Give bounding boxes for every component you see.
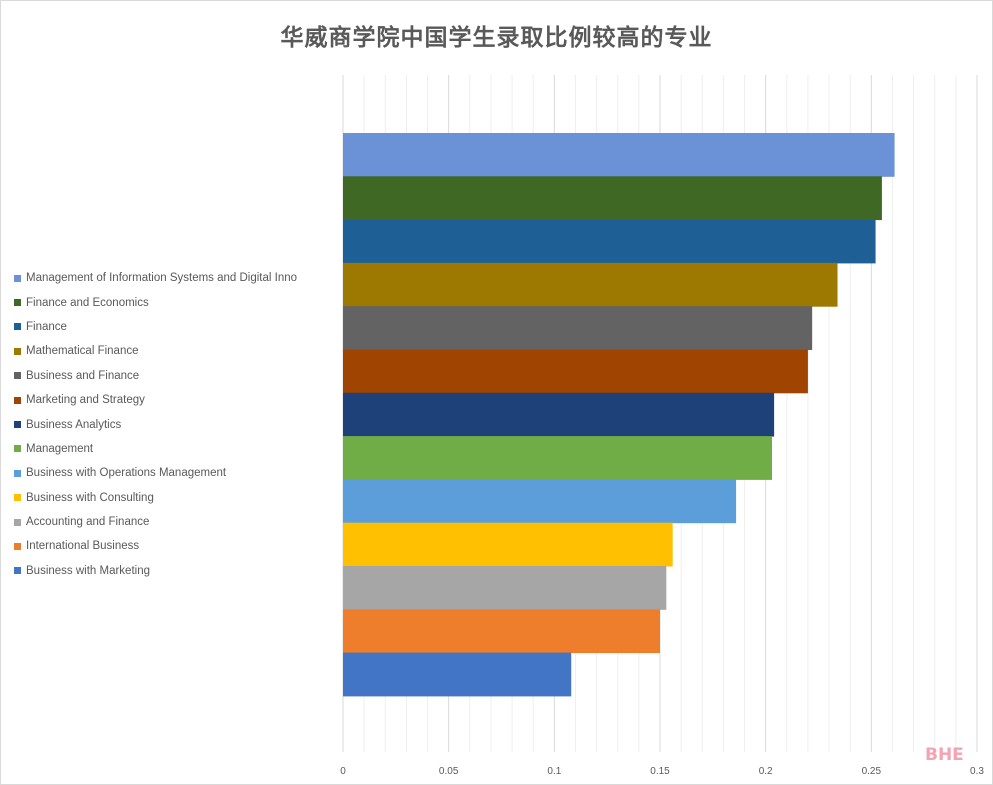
legend-item: Finance and Economics (14, 290, 297, 314)
x-tick-label: 0.2 (759, 766, 773, 777)
bar (343, 306, 813, 350)
legend-swatch (14, 372, 21, 380)
bar (343, 392, 775, 437)
legend-item: Management of Information Systems and Di… (14, 266, 297, 290)
legend-item: Mathematical Finance (14, 339, 297, 363)
x-tick-label: 0.3 (970, 766, 984, 777)
legend-swatch (14, 518, 21, 526)
legend-label: International Business (26, 540, 140, 553)
legend-item: Finance (14, 315, 297, 339)
legend-label: Finance (26, 320, 67, 333)
legend-item: Accounting and Finance (14, 510, 297, 534)
legend-item: Marketing and Strategy (14, 388, 297, 412)
legend-label: Marketing and Strategy (26, 394, 145, 407)
legend-swatch (14, 445, 21, 453)
bar (343, 609, 660, 654)
legend-item: Business with Operations Management (14, 461, 297, 485)
x-tick-label: 0.25 (862, 766, 882, 777)
legend-item: International Business (14, 534, 297, 558)
bar (343, 349, 808, 394)
legend: Management of Information Systems and Di… (14, 266, 297, 583)
bar (343, 219, 876, 264)
legend-swatch (14, 299, 21, 307)
legend-label: Business Analytics (26, 418, 122, 431)
legend-label: Finance and Economics (26, 296, 149, 309)
bar (343, 262, 838, 307)
legend-item: Business Analytics (14, 412, 297, 436)
legend-label: Mathematical Finance (26, 345, 139, 358)
x-tick-label: 0.15 (650, 766, 670, 777)
legend-swatch (14, 421, 21, 429)
legend-swatch (14, 542, 21, 550)
bar (343, 436, 773, 480)
legend-item: Business and Finance (14, 364, 297, 388)
legend-label: Business with Consulting (26, 491, 154, 504)
legend-item: Business with Consulting (14, 486, 297, 510)
legend-swatch (14, 347, 21, 355)
legend-swatch (14, 567, 21, 575)
legend-swatch (14, 396, 21, 404)
bar (343, 522, 673, 567)
bar (343, 652, 572, 697)
x-tick-label: 0 (340, 766, 346, 777)
legend-item: Management (14, 437, 297, 461)
watermark: BHE (925, 745, 964, 765)
legend-swatch (14, 274, 21, 282)
legend-swatch (14, 494, 21, 502)
legend-label: Business with Marketing (26, 564, 150, 577)
legend-swatch (14, 323, 21, 331)
bar (343, 176, 882, 221)
legend-label: Management (26, 442, 94, 455)
legend-label: Management of Information Systems and Di… (26, 272, 298, 285)
legend-item: Business with Marketing (14, 559, 297, 583)
legend-swatch (14, 469, 21, 477)
x-tick-label: 0.1 (547, 766, 561, 777)
legend-label: Accounting and Finance (26, 516, 150, 529)
legend-label: Business with Operations Management (26, 467, 227, 480)
x-tick-label: 0.05 (439, 766, 459, 777)
bar (343, 479, 737, 524)
bar (343, 566, 667, 610)
bar (343, 133, 895, 177)
legend-label: Business and Finance (26, 369, 140, 382)
